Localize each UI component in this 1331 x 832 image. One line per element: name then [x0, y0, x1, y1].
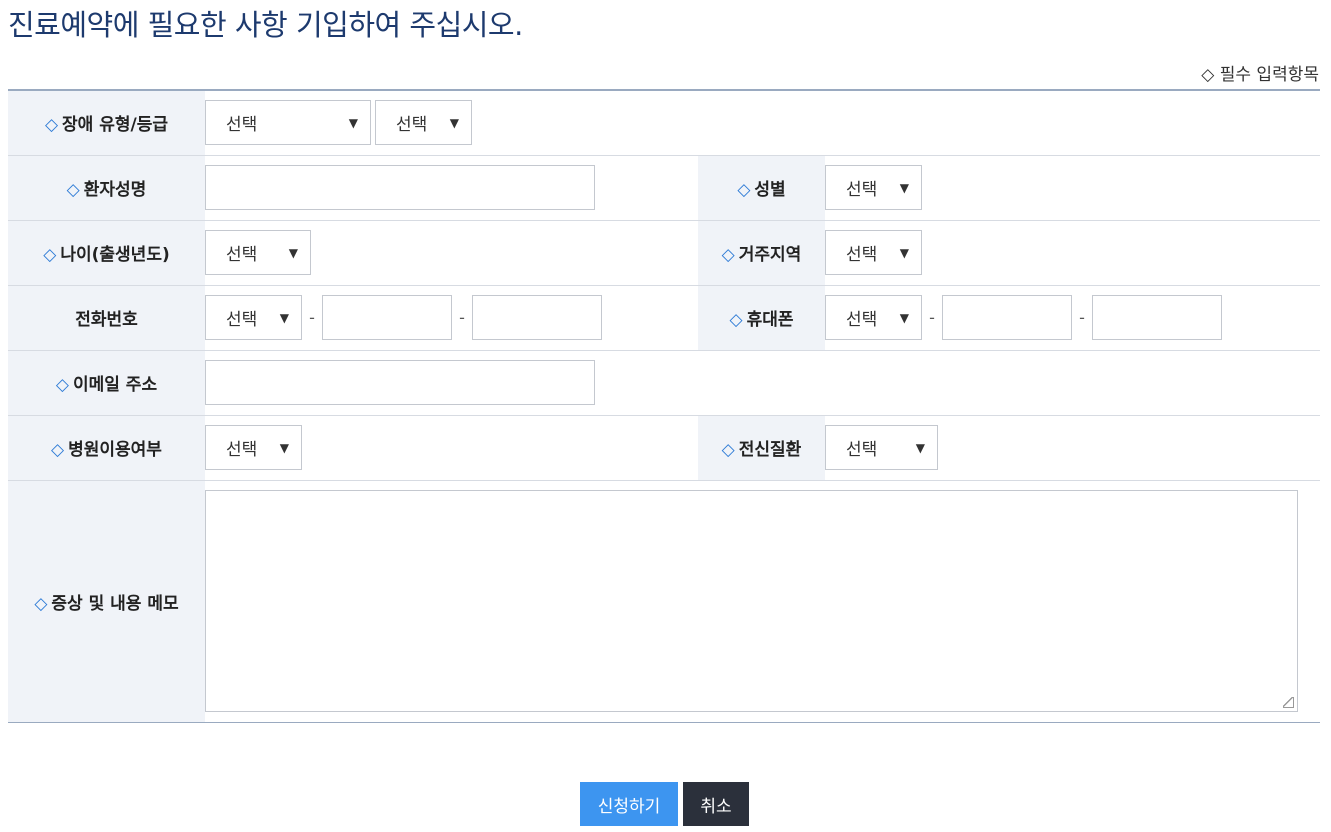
label-patient-name: ◇ 환자성명 — [8, 155, 205, 221]
required-diamond-icon: ◇ — [55, 375, 69, 395]
row-hospital-disease: ◇ 병원이용여부 선택 ▼ ◇ 전신질환 선택 ▼ — [8, 415, 1320, 481]
resize-grip-icon[interactable] — [1283, 697, 1294, 708]
row-age-region: ◇ 나이(출생년도) 선택 ▼ ◇ 거주지역 선택 ▼ — [8, 220, 1320, 286]
memo-textarea[interactable] — [205, 490, 1298, 712]
dropdown-arrow-icon: ▼ — [348, 115, 358, 130]
phone-middle-input[interactable] — [322, 295, 452, 340]
phone-last-input[interactable] — [472, 295, 602, 340]
dropdown-arrow-icon: ▼ — [899, 245, 909, 260]
required-diamond-icon: ◇ — [43, 245, 57, 265]
dropdown-arrow-icon: ▼ — [449, 115, 459, 130]
required-fields-note: ◇ 필수 입력항목 — [1201, 65, 1319, 85]
label-mobile: ◇ 휴대폰 — [698, 285, 825, 351]
disability-grade-select[interactable]: 선택 ▼ — [375, 100, 472, 146]
required-diamond-icon: ◇ — [721, 440, 735, 460]
row-disability: ◇ 장애 유형/등급 선택 ▼ 선택 ▼ — [8, 90, 1320, 156]
gender-select[interactable]: 선택 ▼ — [825, 165, 922, 210]
mobile-last-input[interactable] — [1092, 295, 1222, 340]
mobile-middle-input[interactable] — [942, 295, 1072, 340]
label-phone: 전화번호 — [8, 285, 205, 351]
row-phone-mobile: 전화번호 선택 ▼ -- ◇ 휴대폰 선택 ▼ -- — [8, 285, 1320, 351]
birth-year-select[interactable]: 선택 ▼ — [205, 230, 311, 275]
region-select[interactable]: 선택 ▼ — [825, 230, 922, 275]
label-region: ◇ 거주지역 — [698, 220, 825, 286]
mobile-prefix-select[interactable]: 선택 ▼ — [825, 295, 922, 340]
row-memo: ◇ 증상 및 내용 메모 — [8, 480, 1320, 722]
form-buttons: 신청하기 취소 — [580, 782, 749, 826]
hospital-use-select[interactable]: 선택 ▼ — [205, 425, 302, 470]
cancel-button[interactable]: 취소 — [683, 782, 749, 826]
reservation-form-page: 진료예약에 필요한 사항 기입하여 주십시오. ◇ 필수 입력항목 ◇ 장애 유형… — [0, 0, 1331, 832]
required-diamond-icon: ◇ — [34, 593, 48, 614]
dropdown-arrow-icon: ▼ — [279, 440, 289, 455]
row-email: ◇ 이메일 주소 — [8, 350, 1320, 416]
label-systemic-disease: ◇ 전신질환 — [698, 415, 825, 481]
label-disability: ◇ 장애 유형/등급 — [8, 90, 205, 156]
label-age: ◇ 나이(출생년도) — [8, 220, 205, 286]
disability-type-select[interactable]: 선택 ▼ — [205, 100, 371, 146]
required-diamond-icon: ◇ — [729, 310, 743, 330]
required-diamond-icon: ◇ — [51, 440, 65, 460]
dropdown-arrow-icon: ▼ — [288, 245, 298, 260]
required-diamond-icon: ◇ — [721, 245, 735, 265]
label-gender: ◇ 성별 — [698, 155, 825, 221]
submit-button[interactable]: 신청하기 — [580, 782, 678, 826]
required-diamond-icon: ◇ — [66, 180, 80, 200]
reservation-form-table: ◇ 장애 유형/등급 선택 ▼ 선택 ▼ ◇ 환자성명 ◇ 성별 선택 ▼ ◇ … — [8, 89, 1320, 723]
required-diamond-icon: ◇ — [737, 180, 751, 200]
dropdown-arrow-icon: ▼ — [899, 310, 909, 325]
label-email: ◇ 이메일 주소 — [8, 350, 205, 416]
required-diamond-icon: ◇ — [44, 115, 59, 136]
label-memo: ◇ 증상 및 내용 메모 — [8, 480, 205, 722]
row-name-gender: ◇ 환자성명 ◇ 성별 선택 ▼ — [8, 155, 1320, 221]
label-hospital-use: ◇ 병원이용여부 — [8, 415, 205, 481]
dropdown-arrow-icon: ▼ — [915, 440, 925, 455]
email-input[interactable] — [205, 360, 595, 405]
dropdown-arrow-icon: ▼ — [279, 310, 289, 325]
systemic-disease-select[interactable]: 선택 ▼ — [825, 425, 938, 470]
dropdown-arrow-icon: ▼ — [899, 180, 909, 195]
phone-prefix-select[interactable]: 선택 ▼ — [205, 295, 302, 340]
page-title: 진료예약에 필요한 사항 기입하여 주십시오. — [8, 8, 523, 42]
patient-name-input[interactable] — [205, 165, 595, 210]
